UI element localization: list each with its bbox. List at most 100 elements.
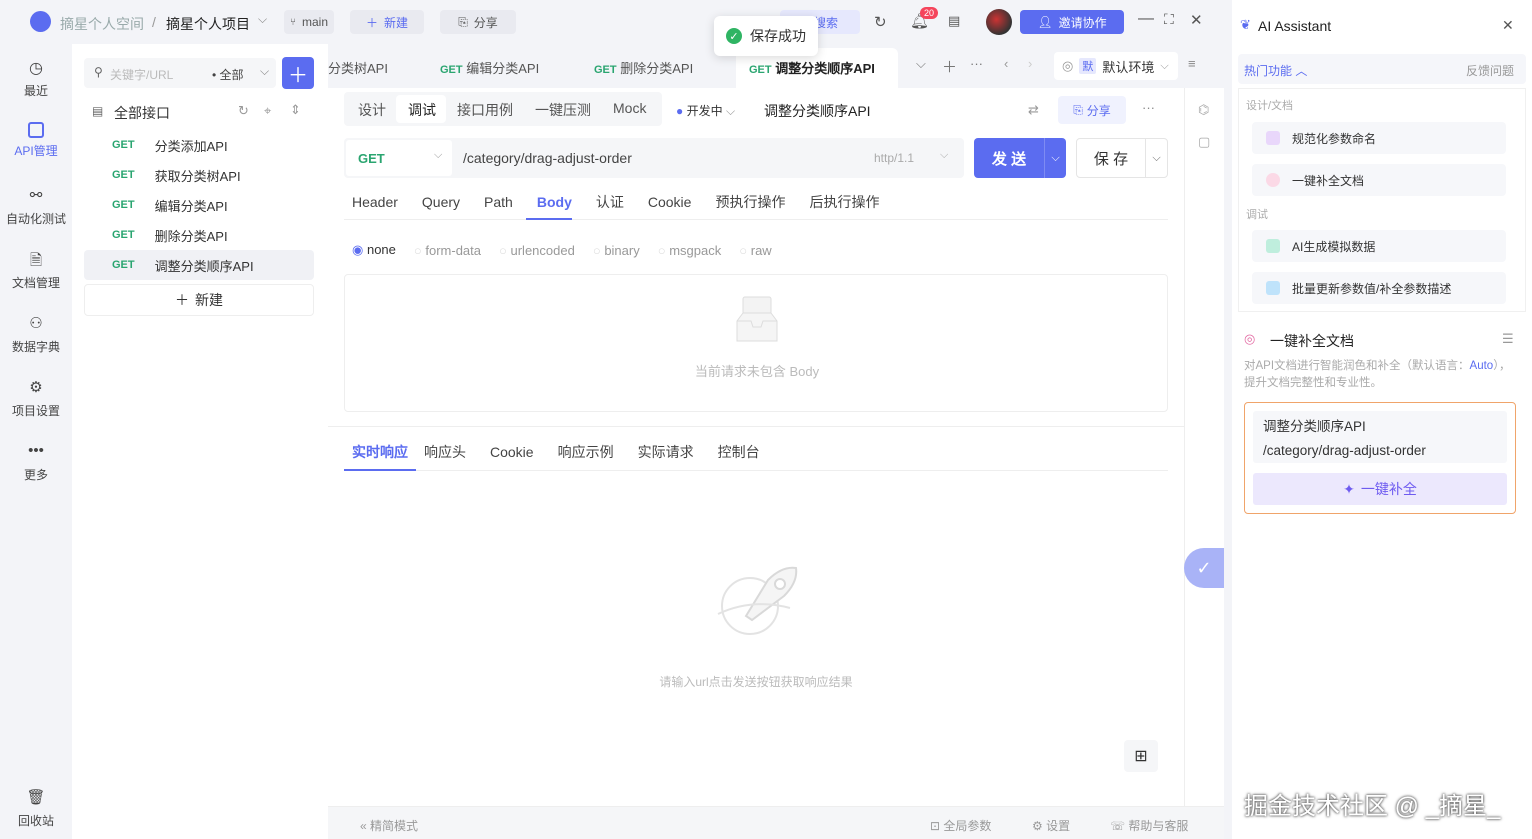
radio-msgpack[interactable]: ○ msgpack — [658, 243, 722, 258]
radio-binary[interactable]: ○ binary — [593, 243, 640, 258]
feedback-link[interactable]: 反馈问题 — [1466, 62, 1514, 79]
tab-console[interactable]: 控制台 — [718, 442, 760, 462]
locate-icon[interactable]: ⌖ — [264, 103, 271, 119]
more-tabs-icon[interactable]: ··· — [970, 56, 983, 71]
maximize-icon[interactable]: ⛶ — [1164, 11, 1174, 28]
api-title[interactable]: 调整分类顺序API — [764, 101, 871, 121]
nav-item-trash[interactable]: 🗑︎ 回收站 — [0, 788, 72, 829]
tab-response-example[interactable]: 响应示例 — [558, 442, 614, 462]
doc-icon[interactable]: ▢ — [1198, 134, 1210, 150]
tree-item[interactable]: GET 获取分类树API — [84, 160, 314, 190]
close-icon[interactable]: ✕ — [1502, 17, 1514, 34]
method-select[interactable]: GET ⌵ — [346, 140, 452, 176]
nav-item-docs[interactable]: 🗎︎ 文档管理 — [0, 250, 72, 291]
complete-button[interactable]: ✦ 一键补全 — [1253, 473, 1507, 505]
ai-assistant-toggle-icon[interactable]: ✓ — [1184, 548, 1224, 588]
chevron-down-icon[interactable]: ⌵ — [916, 56, 926, 72]
tree-item-selected[interactable]: GET 调整分类顺序API — [84, 250, 314, 280]
tab-path[interactable]: Path — [484, 194, 513, 210]
chevron-down-icon[interactable]: ⌵ — [940, 149, 948, 162]
new-button[interactable]: ＋新建 — [350, 10, 424, 34]
project-breadcrumb[interactable]: 摘星个人项目 — [166, 14, 250, 34]
nav-item-api[interactable]: API管理 — [0, 122, 72, 159]
radio-none[interactable]: ◉ none — [352, 242, 396, 258]
environment-select[interactable]: ◎ 默 默认环境 ⌵ — [1054, 52, 1178, 80]
tab-mock[interactable]: Mock — [613, 100, 646, 116]
layout-toggle-icon[interactable]: ⊞ — [1124, 740, 1158, 772]
feature-complete-docs[interactable]: 一键补全文档 — [1252, 164, 1506, 196]
collapse-icon[interactable]: ⇕ — [290, 102, 301, 118]
more-icon[interactable]: ··· — [1142, 100, 1155, 115]
tab-response-headers[interactable]: 响应头 — [424, 442, 466, 462]
tab-header[interactable]: Header — [352, 194, 398, 210]
tab-item[interactable]: 分类树API — [328, 58, 388, 77]
branch-button[interactable]: ⑂ main — [284, 10, 334, 34]
global-params-button[interactable]: ⊡ 全局参数 — [930, 817, 991, 834]
chevron-right-icon[interactable]: › — [1028, 56, 1032, 71]
message-icon[interactable]: ▤ — [948, 13, 960, 29]
nav-item-settings[interactable]: ⚙ 项目设置 — [0, 378, 72, 419]
close-icon[interactable]: ✕ — [1190, 11, 1203, 29]
tab-query[interactable]: Query — [422, 194, 460, 210]
chevron-left-icon[interactable]: ‹ — [1004, 56, 1008, 71]
protocol-select[interactable]: http/1.1 — [874, 151, 914, 165]
hot-features-toggle[interactable]: 热门功能 ︿ — [1244, 62, 1307, 79]
tab-cases[interactable]: 接口用例 — [457, 100, 513, 120]
share-api-button[interactable]: ⎘ 分享 — [1058, 96, 1126, 124]
tab-pre-script[interactable]: 预执行操作 — [715, 192, 785, 212]
tab-debug[interactable]: 调试 — [408, 100, 436, 120]
tab-live-response[interactable]: 实时响应 — [352, 442, 408, 462]
tab-body[interactable]: Body — [537, 194, 572, 210]
save-button[interactable]: 保 存 — [1077, 139, 1145, 177]
radio-urlencoded[interactable]: ○ urlencoded — [499, 243, 575, 258]
workspace-breadcrumb[interactable]: 摘星个人空间 — [60, 14, 144, 34]
tab-actual-request[interactable]: 实际请求 — [638, 442, 694, 462]
add-tab-icon[interactable]: ＋ — [942, 56, 957, 77]
chevron-down-icon[interactable]: ⌵ — [258, 12, 267, 27]
radio-form-data[interactable]: ○ form-data — [414, 243, 481, 258]
add-api-button[interactable]: ＋ — [282, 57, 314, 89]
nav-item-automation[interactable]: ⚯ 自动化测试 — [0, 186, 72, 227]
share-button[interactable]: ⎘ 分享 — [440, 10, 516, 34]
send-button[interactable]: 发 送 — [974, 138, 1044, 178]
feature-batch-update[interactable]: 批量更新参数值/补全参数描述 — [1252, 272, 1506, 304]
nav-item-more[interactable]: ••• 更多 — [0, 442, 72, 483]
feature-normalize-params[interactable]: 规范化参数命名 — [1252, 122, 1506, 154]
help-button[interactable]: ☏ 帮助与客服 — [1110, 817, 1188, 834]
chevron-down-icon[interactable]: ⌵ — [260, 64, 269, 79]
search-input[interactable]: 关键字/URL — [110, 66, 173, 83]
tab-design[interactable]: 设计 — [358, 100, 386, 120]
minimize-icon[interactable]: — — [1138, 10, 1154, 28]
refresh-icon[interactable]: ↻ — [874, 13, 887, 31]
tree-item[interactable]: GET 删除分类API — [84, 220, 314, 250]
status-select[interactable]: ● 开发中 ⌵ — [676, 102, 735, 119]
settings-button[interactable]: ⚙ 设置 — [1032, 817, 1070, 834]
tab-stress[interactable]: 一键压测 — [535, 100, 591, 120]
url-input[interactable]: /category/drag-adjust-order — [463, 150, 632, 166]
avatar[interactable] — [986, 9, 1012, 35]
feature-mock-data[interactable]: AI生成模拟数据 — [1252, 230, 1506, 262]
tab-post-script[interactable]: 后执行操作 — [809, 192, 879, 212]
chevron-down-icon[interactable]: ⌵ — [1145, 139, 1167, 177]
format-icon[interactable]: ⇄ — [1028, 102, 1039, 118]
code-icon[interactable]: ⌬ — [1198, 102, 1209, 118]
compact-mode-button[interactable]: « 精简模式 — [360, 817, 418, 834]
refresh-icon[interactable]: ↻ — [238, 103, 249, 119]
chevron-down-icon[interactable]: ⌵ — [1044, 138, 1066, 178]
tab-cookie[interactable]: Cookie — [648, 194, 692, 210]
nav-item-dictionary[interactable]: ⚇ 数据字典 — [0, 314, 72, 355]
tree-item[interactable]: GET 分类添加API — [84, 130, 314, 160]
menu-icon[interactable]: ≡ — [1188, 56, 1196, 71]
tab-item[interactable]: GET 删除分类API — [594, 58, 693, 77]
tab-item[interactable]: GET 编辑分类API — [440, 58, 539, 77]
settings-sliders-icon[interactable]: ☰ — [1502, 331, 1514, 347]
tab-auth[interactable]: 认证 — [596, 192, 624, 212]
tree-new-button[interactable]: ＋新建 — [84, 284, 314, 316]
nav-item-recent[interactable]: ◷ 最近 — [0, 58, 72, 99]
all-apis-label[interactable]: 全部接口 — [114, 103, 170, 123]
filter-select[interactable]: • 全部 — [212, 66, 244, 83]
tab-response-cookie[interactable]: Cookie — [490, 444, 534, 460]
radio-raw[interactable]: ○ raw — [739, 243, 771, 258]
invite-button[interactable]: 👤︎ 邀请协作 — [1020, 10, 1124, 34]
tree-item[interactable]: GET 编辑分类API — [84, 190, 314, 220]
